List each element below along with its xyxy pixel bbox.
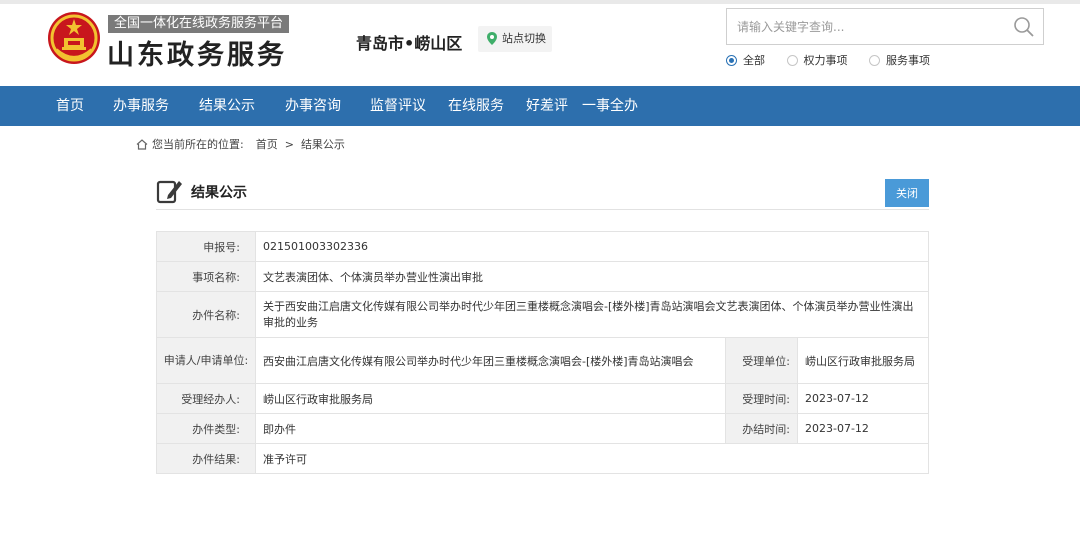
table-row: 申报号: 021501003302336 xyxy=(156,231,929,262)
finish-time-value: 2023-07-12 xyxy=(797,413,929,444)
scope-label: 权力事项 xyxy=(803,54,848,67)
handler-label: 受理经办人: xyxy=(156,383,256,414)
nav-supervision[interactable]: 监督评议 xyxy=(370,86,426,126)
breadcrumb-home-link[interactable]: 首页 xyxy=(256,136,278,152)
breadcrumb: 您当前所在的位置: 首页 > 结果公示 xyxy=(136,136,345,152)
table-row: 办件类型: 即办件 办结时间: 2023-07-12 xyxy=(156,413,929,444)
radio-dot xyxy=(869,54,880,66)
site-title[interactable]: 山东政务服务 xyxy=(107,33,287,72)
accept-time-value: 2023-07-12 xyxy=(797,383,929,414)
table-row: 申请人/申请单位: 西安曲江启唐文化传媒有限公司举办时代少年团三重楼概念演唱会-… xyxy=(156,337,929,384)
nav-home[interactable]: 首页 xyxy=(56,86,84,126)
nav-services[interactable]: 办事服务 xyxy=(113,86,169,126)
edit-document-icon xyxy=(156,180,182,204)
current-location: 青岛市•崂山区 xyxy=(356,34,463,53)
application-no-value: 021501003302336 xyxy=(255,231,929,262)
item-name-value: 文艺表演团体、个体演员举办营业性演出审批 xyxy=(255,261,929,292)
close-button[interactable]: 关闭 xyxy=(885,179,929,207)
station-switch-button[interactable]: 站点切换 xyxy=(478,26,552,52)
nav-results[interactable]: 结果公示 xyxy=(199,86,255,126)
nav-online-service[interactable]: 在线服务 xyxy=(448,86,504,126)
panel-header: 结果公示 关闭 xyxy=(156,172,929,210)
radio-dot xyxy=(786,54,798,66)
main-nav: 首页 办事服务 结果公示 办事咨询 监督评议 在线服务 好差评 一事全办 xyxy=(0,86,1080,126)
search-icon[interactable] xyxy=(1013,16,1035,38)
item-name-label: 事项名称: xyxy=(156,261,256,292)
result-table: 申报号: 021501003302336 事项名称: 文艺表演团体、个体演员举办… xyxy=(156,231,929,474)
platform-tag: 全国一体化在线政务服务平台 xyxy=(108,15,290,33)
application-no-label: 申报号: xyxy=(156,231,256,262)
table-row: 办件结果: 准予许可 xyxy=(156,443,929,474)
breadcrumb-prefix: 您当前所在的位置: xyxy=(152,138,244,151)
scope-label: 全部 xyxy=(743,54,765,67)
site-header: 全国一体化在线政务服务平台 山东政务服务 青岛市•崂山区 站点切换 全部 权力事… xyxy=(0,4,1080,86)
applicant-value: 西安曲江启唐文化传媒有限公司举办时代少年团三重楼概念演唱会-[楼外楼]青岛站演唱… xyxy=(255,337,726,384)
accepting-unit-label: 受理单位: xyxy=(725,337,798,384)
case-name-label: 办件名称: xyxy=(156,291,256,338)
table-row: 事项名称: 文艺表演团体、个体演员举办营业性演出审批 xyxy=(156,261,929,292)
breadcrumb-current: 结果公示 xyxy=(300,138,345,151)
applicant-label: 申请人/申请单位: xyxy=(156,337,256,384)
result-value: 准予许可 xyxy=(255,443,929,474)
station-switch-label: 站点切换 xyxy=(502,32,546,45)
scope-power-radio[interactable]: 权力事项 xyxy=(786,52,848,68)
scope-all-radio[interactable]: 全部 xyxy=(726,52,765,68)
panel-title: 结果公示 xyxy=(191,185,247,201)
search-input[interactable] xyxy=(727,9,997,44)
accepting-unit-value: 崂山区行政审批服务局 xyxy=(797,337,929,384)
scope-label: 服务事项 xyxy=(886,54,930,67)
case-type-value: 即办件 xyxy=(255,413,726,444)
handler-value: 崂山区行政审批服务局 xyxy=(255,383,726,414)
nav-rating[interactable]: 好差评 xyxy=(526,86,568,126)
search-scope-group: 全部 权力事项 服务事项 xyxy=(726,52,948,69)
home-icon xyxy=(136,138,148,150)
finish-time-label: 办结时间: xyxy=(725,413,798,444)
result-label: 办件结果: xyxy=(156,443,256,474)
nav-consult[interactable]: 办事咨询 xyxy=(285,86,341,126)
breadcrumb-separator: > xyxy=(284,137,294,151)
table-row: 办件名称: 关于西安曲江启唐文化传媒有限公司举办时代少年团三重楼概念演唱会-[楼… xyxy=(156,291,929,338)
national-emblem-icon xyxy=(48,12,100,64)
nav-one-stop[interactable]: 一事全办 xyxy=(582,86,638,126)
scope-service-radio[interactable]: 服务事项 xyxy=(869,52,930,68)
case-type-label: 办件类型: xyxy=(156,413,256,444)
table-row: 受理经办人: 崂山区行政审批服务局 受理时间: 2023-07-12 xyxy=(156,383,929,414)
accept-time-label: 受理时间: xyxy=(725,383,798,414)
radio-dot xyxy=(726,54,737,66)
location-pin-icon xyxy=(487,32,497,45)
case-name-value: 关于西安曲江启唐文化传媒有限公司举办时代少年团三重楼概念演唱会-[楼外楼]青岛站… xyxy=(255,291,929,338)
search-box xyxy=(726,8,1044,45)
